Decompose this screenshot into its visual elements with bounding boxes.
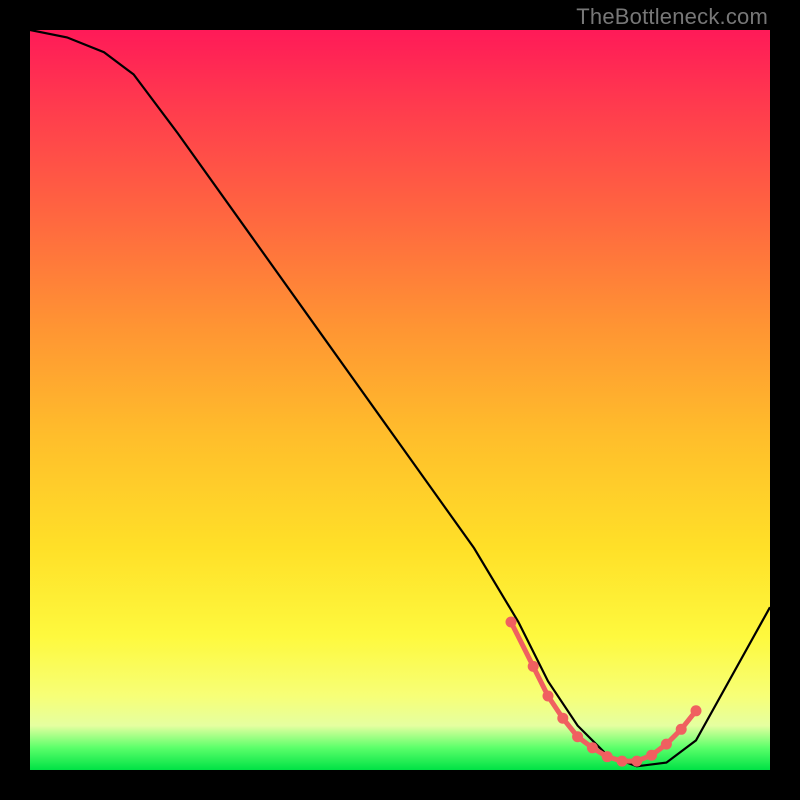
marker-dot [543, 691, 554, 702]
marker-dot [676, 724, 687, 735]
marker-dot [646, 750, 657, 761]
curve-line [30, 30, 770, 766]
marker-dot [528, 661, 539, 672]
marker-dot [572, 731, 583, 742]
plot-area [30, 30, 770, 770]
marker-dot [691, 705, 702, 716]
marker-dot [661, 739, 672, 750]
marker-dot [506, 617, 517, 628]
marker-dot [587, 742, 598, 753]
marker-dot [631, 756, 642, 767]
marker-dot [617, 756, 628, 767]
watermark-text: TheBottleneck.com [576, 4, 768, 30]
marker-group [506, 617, 702, 767]
marker-dot [602, 751, 613, 762]
chart-svg [30, 30, 770, 770]
chart-frame: TheBottleneck.com [0, 0, 800, 800]
marker-dot [557, 713, 568, 724]
